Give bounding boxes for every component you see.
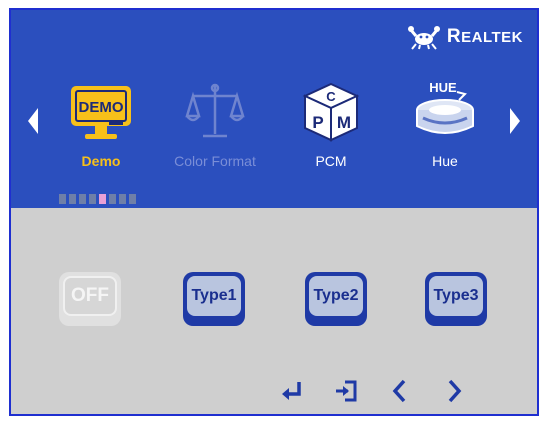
scroll-left-arrow-icon[interactable] [27,106,39,136]
pcm-cube-icon: C P M [302,82,360,142]
page-indicator [59,194,136,204]
svg-text:P: P [312,113,323,132]
svg-text:HUE: HUE [429,80,457,95]
scale-icon [185,83,245,138]
brand-name: REALTEK [446,26,523,47]
page-dot [119,194,126,204]
type2-button[interactable]: Type2 [305,272,367,326]
realtek-logo: REALTEK [407,24,523,50]
off-button[interactable]: OFF [59,272,121,326]
option-type3[interactable]: Type3 [425,272,491,330]
scroll-right-arrow-icon[interactable] [509,106,521,136]
option-off[interactable]: OFF [59,272,125,330]
page-dot [109,194,116,204]
hue-icon: HUE [416,80,474,134]
menu-item-demo[interactable]: DEMO Demo [41,80,161,169]
type3-button[interactable]: Type3 [425,272,487,326]
option-type2[interactable]: Type2 [305,272,371,330]
previous-icon[interactable] [387,378,413,404]
off-label: OFF [63,276,117,316]
svg-text:DEMO: DEMO [79,99,124,116]
type2-label: Type2 [309,276,363,316]
demo-monitor-icon: DEMO [71,86,131,139]
menu-item-hue[interactable]: HUE Hue [385,80,505,169]
svg-text:C: C [326,89,336,104]
enter-icon[interactable] [279,378,305,404]
menu-item-pcm[interactable]: C P M PCM [271,80,391,169]
menu-bar: REALTEK DEMO Demo Color Format C P M PCM… [11,10,537,208]
page-dot [59,194,66,204]
page-dot [129,194,136,204]
menu-item-label: Hue [432,153,458,169]
type3-label: Type3 [429,276,483,316]
option-type1[interactable]: Type1 [183,272,249,330]
exit-icon[interactable] [333,378,359,404]
crab-logo-icon [407,26,440,50]
menu-item-label: Color Format [174,153,256,169]
page-dot [79,194,86,204]
menu-item-label: PCM [315,153,347,169]
menu-item-label: Demo [81,153,121,169]
type1-button[interactable]: Type1 [183,272,245,326]
page-dot-active [99,194,106,204]
osd-frame: REALTEK DEMO Demo Color Format C P M PCM… [9,8,539,416]
page-dot [89,194,96,204]
navigation-bar [279,378,467,404]
page-dot [69,194,76,204]
next-icon[interactable] [441,378,467,404]
svg-text:M: M [337,113,351,132]
type1-label: Type1 [187,276,241,316]
menu-item-color-format: Color Format [155,80,275,169]
